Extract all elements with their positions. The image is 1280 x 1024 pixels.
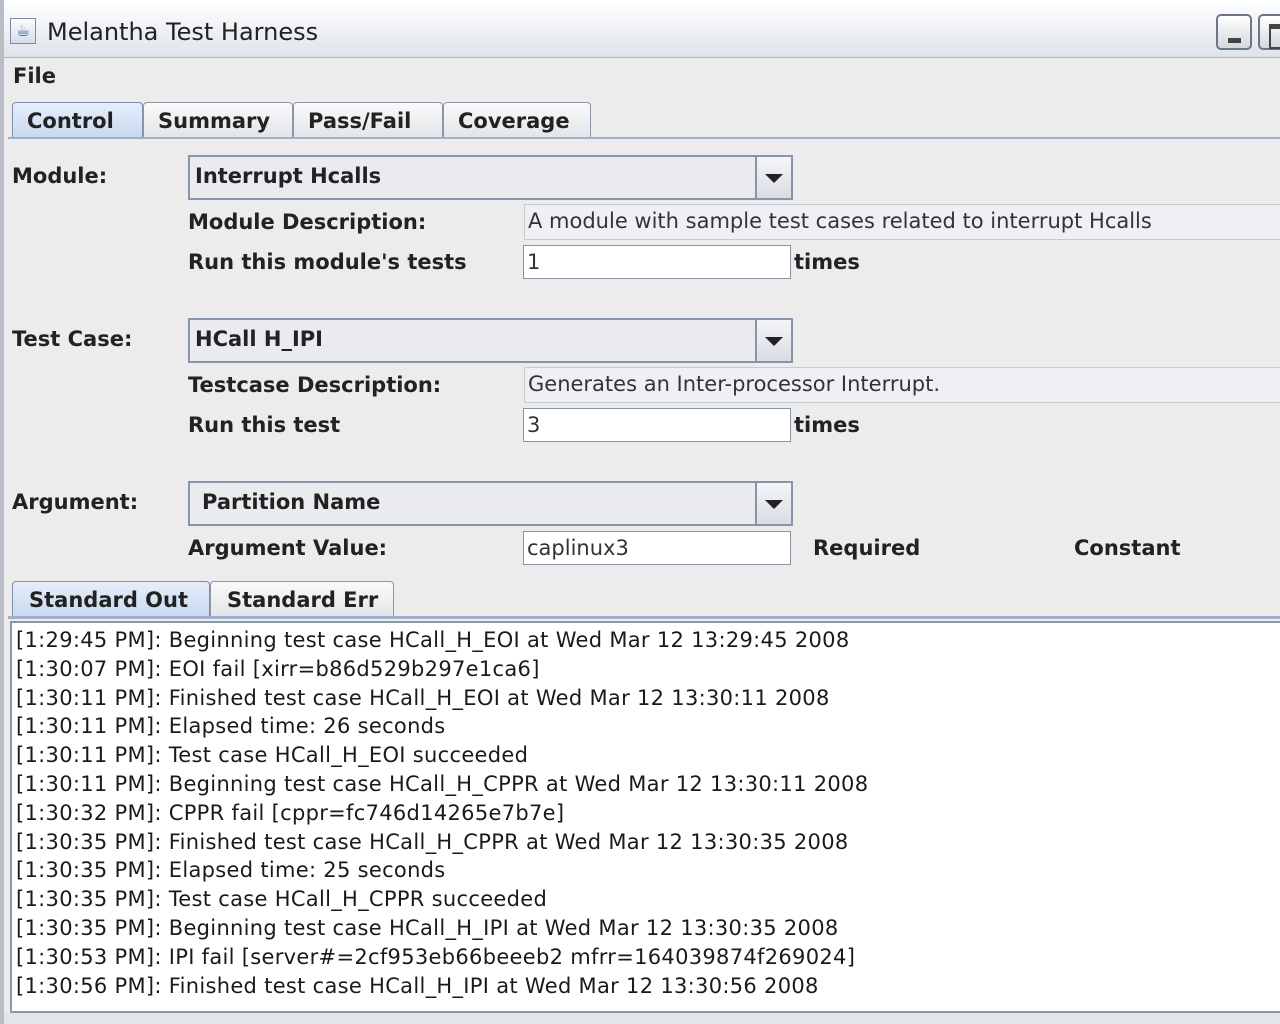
chevron-down-icon[interactable] bbox=[755, 483, 791, 524]
console-line: [1:30:11 PM]: Finished test case HCall_H… bbox=[16, 685, 830, 710]
module-run-count-input[interactable] bbox=[523, 245, 791, 279]
menu-bar: File bbox=[4, 58, 1280, 96]
tab-standard-err[interactable]: Standard Err bbox=[210, 581, 394, 617]
console-line: [1:30:53 PM]: IPI fail [server#=2cf953eb… bbox=[16, 944, 856, 969]
minimize-button[interactable] bbox=[1216, 14, 1252, 50]
module-description: A module with sample test cases related … bbox=[524, 204, 1280, 240]
tab-control[interactable]: Control bbox=[12, 102, 143, 138]
tab-coverage[interactable]: Coverage bbox=[443, 102, 591, 138]
console-line: [1:30:11 PM]: Elapsed time: 26 seconds bbox=[16, 714, 446, 739]
argument-select-value: Partition Name bbox=[202, 490, 381, 514]
argument-label: Argument: bbox=[12, 490, 139, 514]
console-line: [1:30:35 PM]: Elapsed time: 25 seconds bbox=[16, 858, 446, 883]
console-line: [1:30:56 PM]: Finished test case HCall_H… bbox=[16, 973, 819, 998]
argument-select[interactable]: Partition Name bbox=[188, 481, 793, 526]
main-tabs: Control Summary Pass/Fail Coverage bbox=[8, 102, 1280, 138]
test-run-label: Run this test bbox=[188, 413, 341, 437]
maximize-button[interactable] bbox=[1258, 14, 1280, 50]
console-line: [1:30:35 PM]: Beginning test case HCall_… bbox=[16, 915, 839, 940]
console-line: [1:30:11 PM]: Test case HCall_H_EOI succ… bbox=[16, 743, 529, 768]
console-line: [1:30:35 PM]: Test case HCall_H_CPPR suc… bbox=[16, 887, 548, 912]
window-bottom-edge bbox=[4, 1013, 1280, 1024]
test-case-select[interactable]: HCall H_IPI bbox=[188, 318, 793, 363]
console-line: [1:30:35 PM]: Finished test case HCall_H… bbox=[16, 829, 849, 854]
console-line: [1:30:07 PM]: EOI fail [xirr=b86d529b297… bbox=[16, 656, 540, 681]
argument-value-label: Argument Value: bbox=[188, 536, 388, 560]
constant-label: Constant bbox=[1074, 536, 1181, 560]
argument-value-input[interactable] bbox=[523, 531, 791, 565]
menu-file[interactable]: File bbox=[13, 64, 56, 88]
module-times-label: times bbox=[794, 250, 860, 274]
output-tab-underline bbox=[8, 616, 1280, 619]
tab-pass-fail[interactable]: Pass/Fail bbox=[293, 102, 443, 138]
testcase-description-label: Testcase Description: bbox=[188, 373, 442, 397]
console-line: [1:30:32 PM]: CPPR fail [cppr=fc746d1426… bbox=[16, 800, 565, 825]
test-case-label: Test Case: bbox=[12, 327, 133, 351]
module-description-label: Module Description: bbox=[188, 210, 427, 234]
test-run-count-input[interactable] bbox=[523, 408, 791, 442]
title-bar[interactable]: ☕ Melantha Test Harness bbox=[4, 0, 1280, 58]
java-app-icon[interactable]: ☕ bbox=[10, 18, 36, 44]
module-select[interactable]: Interrupt Hcalls bbox=[188, 155, 793, 200]
required-label: Required bbox=[813, 536, 921, 560]
standard-out-console[interactable]: [1:29:45 PM]: Beginning test case HCall_… bbox=[10, 621, 1280, 1013]
module-run-label: Run this module's tests bbox=[188, 250, 467, 274]
tab-summary[interactable]: Summary bbox=[143, 102, 293, 138]
tab-standard-out[interactable]: Standard Out bbox=[12, 581, 210, 617]
module-select-value: Interrupt Hcalls bbox=[195, 164, 382, 188]
console-line: [1:29:45 PM]: Beginning test case HCall_… bbox=[16, 628, 850, 652]
app-window: ☕ Melantha Test Harness File Control Sum… bbox=[0, 0, 1280, 1024]
window-title: Melantha Test Harness bbox=[47, 18, 319, 46]
module-label: Module: bbox=[12, 164, 108, 188]
test-case-select-value: HCall H_IPI bbox=[195, 327, 323, 351]
chevron-down-icon[interactable] bbox=[755, 320, 791, 361]
chevron-down-icon[interactable] bbox=[755, 157, 791, 198]
console-line: [1:30:11 PM]: Beginning test case HCall_… bbox=[16, 771, 869, 796]
test-times-label: times bbox=[794, 413, 860, 437]
testcase-description: Generates an Inter-processor Interrupt. bbox=[524, 367, 1280, 403]
